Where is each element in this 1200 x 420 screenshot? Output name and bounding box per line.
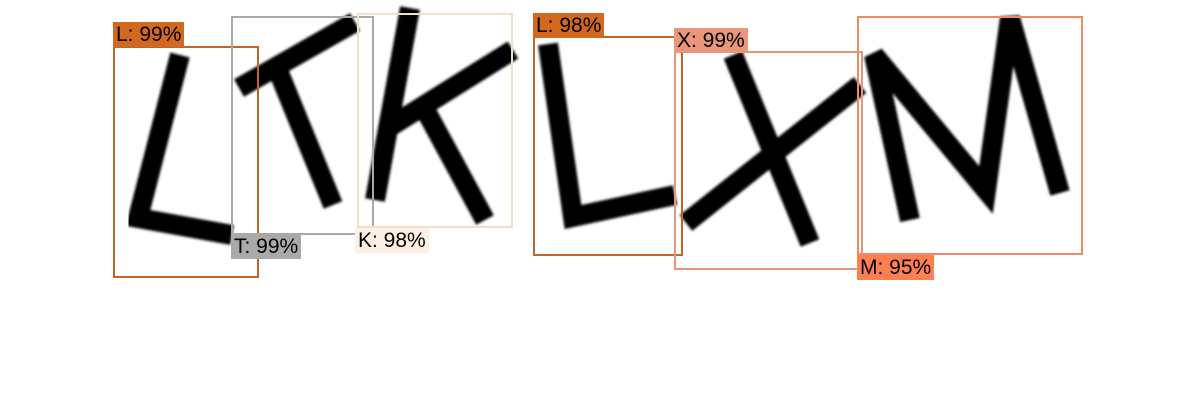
bounding-box-k [357,13,513,228]
detection-label-x: X: 99% [674,28,748,53]
bounding-box-m [857,16,1083,255]
bounding-box-l-second [533,36,683,256]
detection-label-t: T: 99% [231,234,302,259]
bounding-box-x [674,51,863,270]
bounding-box-t [231,16,374,235]
detection-label-m: M: 95% [857,255,935,280]
detection-label-l: L: 99% [113,22,185,47]
detection-label-k: K: 98% [355,228,429,253]
captcha-detection-view: L: 99% T: 99% K: 98% L: 98% X: 99% M: 95… [0,0,1200,420]
detection-label-l-second: L: 98% [533,13,605,38]
